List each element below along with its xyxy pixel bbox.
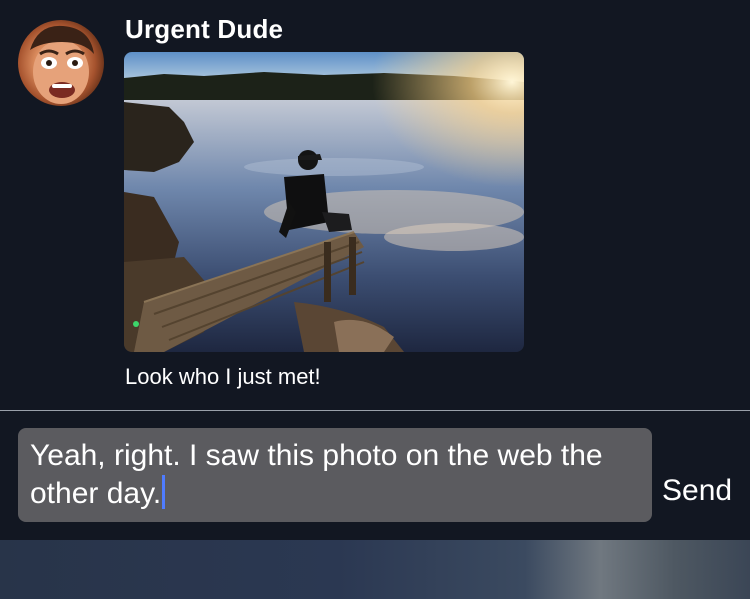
incoming-message: Urgent Dude Look who I just met! xyxy=(0,0,750,410)
message-composer: Yeah, right. I saw this photo on the web… xyxy=(0,411,750,540)
send-button[interactable]: Send xyxy=(662,474,732,508)
avatar[interactable] xyxy=(18,20,104,106)
keyboard-top-edge xyxy=(0,540,750,599)
message-input-text: Yeah, right. I saw this photo on the web… xyxy=(30,439,603,510)
text-cursor xyxy=(162,475,166,509)
message-input[interactable]: Yeah, right. I saw this photo on the web… xyxy=(18,428,652,522)
sender-name: Urgent Dude xyxy=(125,14,284,44)
message-caption: Look who I just met! xyxy=(125,364,321,389)
photo-attachment[interactable] xyxy=(124,52,524,352)
chat-screen: Urgent Dude Look who I just met! Yeah, r… xyxy=(0,0,750,599)
